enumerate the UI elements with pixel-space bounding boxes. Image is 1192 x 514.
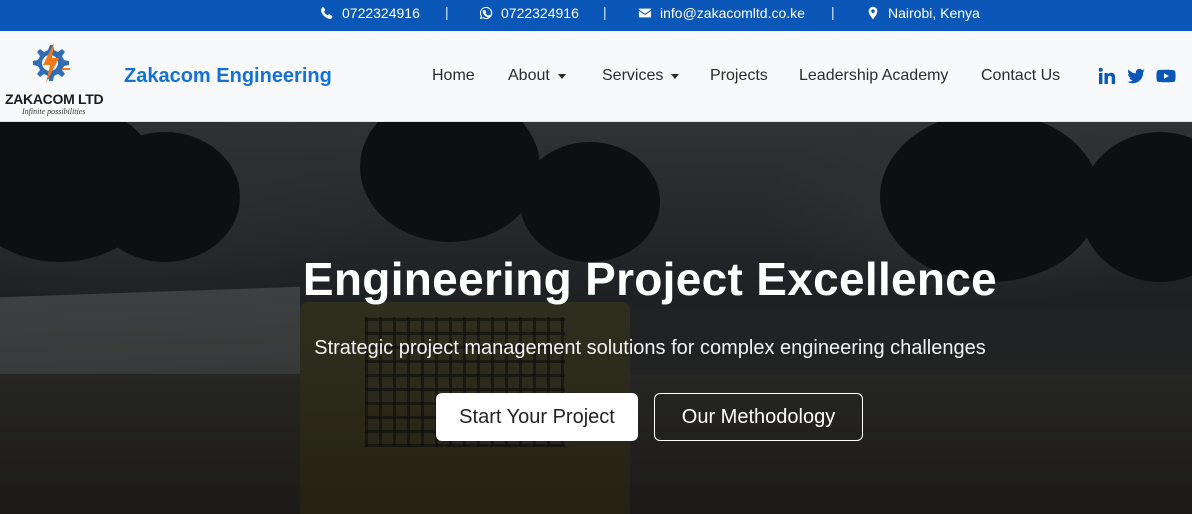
location-text: Nairobi, Kenya — [888, 4, 980, 21]
nav-label: Contact Us — [981, 67, 1061, 84]
nav-home[interactable]: Home — [432, 67, 475, 85]
main-navbar: ZAKACOM LTD Infinite possibilities Zakac… — [0, 31, 1192, 122]
company-logo[interactable]: ZAKACOM LTD Infinite possibilities — [4, 37, 104, 119]
separator: | — [603, 4, 607, 20]
nav-about-dropdown[interactable]: About — [508, 67, 566, 85]
hero-subtitle: Strategic project management solutions f… — [314, 337, 986, 359]
separator: | — [831, 4, 835, 20]
linkedin-icon[interactable] — [1097, 66, 1117, 86]
caret-down-icon — [671, 73, 680, 79]
twitter-icon[interactable] — [1126, 66, 1146, 86]
whatsapp-contact[interactable]: 0722324916 — [479, 0, 579, 25]
phone-number: 0722324916 — [342, 4, 420, 21]
nav-label: About — [508, 67, 550, 84]
nav-label: Projects — [710, 67, 768, 84]
nav-leadership-academy[interactable]: Leadership Academy — [799, 67, 948, 85]
phone-contact[interactable]: 0722324916 — [320, 0, 420, 25]
youtube-icon[interactable] — [1156, 66, 1176, 86]
nav-contact-us[interactable]: Contact Us — [981, 67, 1060, 85]
start-your-project-button[interactable]: Start Your Project — [436, 393, 638, 441]
whatsapp-icon — [479, 6, 493, 19]
logo-tagline: Infinite possibilities — [22, 107, 86, 116]
logo-text: ZAKACOM LTD — [5, 91, 104, 107]
email-contact[interactable]: info@zakacomltd.co.ke — [638, 0, 805, 25]
email-address: info@zakacomltd.co.ke — [660, 4, 805, 21]
our-methodology-button[interactable]: Our Methodology — [654, 393, 863, 441]
gear-lightning-logo-icon — [33, 43, 70, 83]
nav-services-dropdown[interactable]: Services — [602, 67, 680, 85]
brand-name[interactable]: Zakacom Engineering — [124, 65, 332, 88]
phone-icon — [320, 6, 333, 19]
map-marker-icon — [868, 6, 878, 19]
nav-label: Services — [602, 67, 664, 84]
hero-overlay — [0, 122, 1192, 514]
caret-down-icon — [557, 73, 566, 79]
hero-section: Engineering Project Excellence Strategic… — [0, 122, 1192, 514]
separator: | — [445, 4, 449, 20]
nav-label: Leadership Academy — [799, 67, 949, 84]
nav-label: Home — [432, 67, 475, 84]
whatsapp-number: 0722324916 — [501, 4, 579, 21]
top-info-bar: 0722324916 | 0722324916 | info@zakacomlt… — [0, 0, 1192, 31]
envelope-icon — [638, 8, 652, 17]
nav-projects[interactable]: Projects — [710, 67, 768, 85]
location-info: Nairobi, Kenya — [866, 0, 980, 25]
hero-title: Engineering Project Excellence — [302, 253, 998, 305]
